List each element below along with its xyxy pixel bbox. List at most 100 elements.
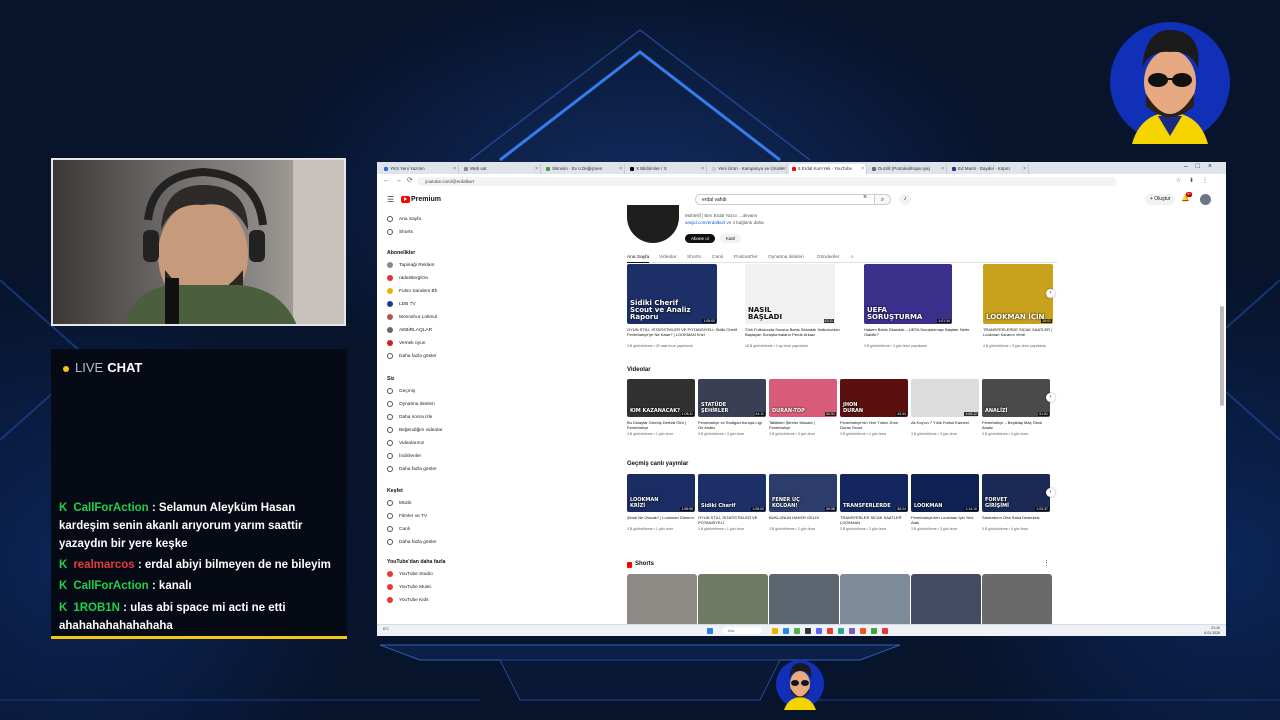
tab-close-icon[interactable]: ×	[701, 164, 704, 174]
tab-posts[interactable]: Gönderiler	[817, 253, 839, 262]
sidebar-item-music[interactable]: Müzik	[387, 499, 412, 508]
tab-close-icon[interactable]: ×	[535, 164, 538, 174]
channel-search-icon[interactable]: ⌕	[851, 253, 854, 262]
taskbar-clock[interactable]: 21:10 6.01.2026	[1204, 626, 1220, 635]
browser-tab-active[interactable]: 5 Erdal Kurt-Yeli · YouTube ×	[789, 164, 867, 174]
browser-tab[interactable]: YKS Yeni Yazılım ×	[381, 164, 459, 174]
video-title[interactable]: Bu Dolaylar Gümüş Derbisi Ölür | Fenerba…	[627, 420, 695, 430]
carousel-next-button[interactable]: ›	[1046, 488, 1055, 497]
app-icon[interactable]	[849, 628, 855, 634]
video-title[interactable]: TRANSFERLERDE SICAK SAATLER | Lookman Ka…	[983, 327, 1055, 337]
clear-icon[interactable]: ×	[863, 194, 867, 201]
you-title[interactable]: Siz	[387, 376, 395, 382]
video-thumbnail[interactable]: NASIL BAŞLADI 43:11	[745, 264, 835, 324]
sidebar-item-history[interactable]: Geçmiş	[387, 387, 415, 396]
app-icon[interactable]	[860, 628, 866, 634]
channel-links-more[interactable]: ve 4 bağlantı daha	[727, 220, 764, 225]
tab-live[interactable]: Canlı	[712, 253, 723, 262]
browser-tab[interactable]: Ed Manti · Daydel · Köprü ×	[949, 164, 1029, 174]
channel-avatar[interactable]	[627, 205, 679, 243]
sidebar-show-more[interactable]: Daha fazla göster	[387, 465, 437, 474]
tab-close-icon[interactable]: ×	[941, 164, 944, 174]
browser-tab[interactable]: Web sat ×	[461, 164, 541, 174]
past-live-section-title[interactable]: Geçmiş canlı yayınlar	[627, 461, 688, 467]
short-thumbnail[interactable]	[911, 574, 981, 626]
tab-shorts[interactable]: Shorts	[687, 253, 701, 262]
tab-home[interactable]: Ana Sayfa	[627, 253, 650, 263]
sidebar-item-your-videos[interactable]: Videolarınız	[387, 439, 424, 448]
sidebar-subscription[interactable]: Monoshur Lokmul	[387, 313, 437, 322]
video-title[interactable]: Fenerbahçe'den Lookman İçin Yeni Atak	[911, 515, 979, 525]
browser-tab[interactable]: Duzdil (Portokal/Kapıcıya) ×	[869, 164, 947, 174]
video-thumbnail[interactable]: DURAN-TOP 52:51	[769, 379, 837, 417]
carousel-next-button[interactable]: ›	[1046, 289, 1055, 298]
videos-section-title[interactable]: Videolar	[627, 367, 651, 373]
short-thumbnail[interactable]	[698, 574, 768, 626]
video-title[interactable]: Santraforın Orta Saha Desteksiz	[982, 515, 1050, 520]
video-title[interactable]: Fenerbahçe – Beşiktaş Maç Öncü Analiz	[982, 420, 1050, 430]
start-menu-icon[interactable]	[707, 628, 713, 634]
browser-tab[interactable]: Slimsim · Ev ü Değişmen ×	[543, 164, 625, 174]
video-title[interactable]: BUKLUNUN HAKER GELDİ	[769, 515, 837, 520]
short-thumbnail[interactable]	[840, 574, 910, 626]
subscriptions-title[interactable]: Abonelikler	[387, 250, 415, 256]
video-thumbnail[interactable]: Sidiki Cherif 1:08:00	[698, 474, 766, 512]
video-title[interactable]: Taktikleri Şifreler Musadı | Fenerbahçe	[769, 420, 837, 430]
sidebar-subscription[interactable]: AEBiRLAQLAR	[387, 326, 432, 335]
video-thumbnail[interactable]: ANALİZİ 51:51	[982, 379, 1050, 417]
tab-playlists[interactable]: Oynatma listeleri	[768, 253, 804, 262]
carousel-next-button[interactable]: ›	[1046, 393, 1055, 402]
browser-toolbar-icons[interactable]: ☆⬇⋮	[1176, 177, 1216, 184]
video-thumbnail[interactable]: JHON DURAN 43:44	[840, 379, 908, 417]
tab-close-icon[interactable]: ×	[781, 164, 784, 174]
address-bar[interactable]: youtube.com/@erdalkurt	[417, 177, 1117, 186]
video-thumbnail[interactable]: Sidiki Cherif Scout ve Analiz Raporu 1:08…	[627, 264, 717, 324]
scrollbar-thumb[interactable]	[1220, 306, 1224, 406]
sidebar-item-movies[interactable]: Filmler ve TV	[387, 512, 427, 521]
short-thumbnail[interactable]	[982, 574, 1052, 626]
tab-close-icon[interactable]: ×	[453, 164, 456, 174]
page-scrollbar[interactable]	[1220, 216, 1224, 416]
browser-tab[interactable]: Yeni Ürün · Kampanya ve Ürünler ×	[709, 164, 787, 174]
tab-podcasts[interactable]: Podcast'ler	[734, 253, 758, 262]
video-thumbnail[interactable]: FENER UÇ KOLDAN! 59:58	[769, 474, 837, 512]
sidebar-subscription[interactable]: Futso Sanders Bh	[387, 287, 437, 296]
menu-icon[interactable]: ☰	[387, 195, 394, 204]
taskbar-weather[interactable]: 6°C	[383, 627, 389, 631]
sidebar-show-more[interactable]: Daha fazla göster	[387, 352, 437, 361]
search-button[interactable]: ⌕	[875, 194, 891, 205]
nav-buttons[interactable]: ←→⟳	[383, 176, 418, 184]
video-thumbnail[interactable]: TRANSFERLERDE 58:24	[840, 474, 908, 512]
tab-close-icon[interactable]: ×	[861, 164, 864, 174]
join-button[interactable]: Katıl	[720, 234, 742, 243]
video-title[interactable]: Fenerbahçe'nin Yeni Yıldızı Jhon Duran S…	[840, 420, 908, 430]
video-title[interactable]: Ali Koç'un 7 Yıllık Futbol Karnesi	[911, 420, 979, 425]
tab-close-icon[interactable]: ×	[619, 164, 622, 174]
obs-icon[interactable]	[805, 628, 811, 634]
tab-close-icon[interactable]: ×	[1023, 164, 1026, 174]
sidebar-show-more[interactable]: Daha fazla göster	[387, 538, 437, 547]
notifications-button[interactable]: 🔔 9+	[1181, 192, 1192, 202]
short-thumbnail[interactable]	[769, 574, 839, 626]
file-explorer-icon[interactable]	[772, 628, 778, 634]
chrome-icon[interactable]	[794, 628, 800, 634]
video-title[interactable]: TRANSFERLER SICAK SAATLER LOOKMAN	[840, 515, 908, 525]
video-thumbnail[interactable]: LOOKMAN KRİZİ 1:08:55	[627, 474, 695, 512]
sidebar-subscription[interactable]: Vemek oyun	[387, 339, 425, 348]
video-title[interactable]: Fenerbahçe ve Stuttgart Avrupa Ligi Ön A…	[698, 420, 766, 430]
youtube-logo[interactable]: Premium	[401, 195, 441, 205]
sidebar-subscription[interactable]: LDB TV	[387, 300, 416, 309]
short-thumbnail[interactable]	[627, 574, 697, 626]
app-icon[interactable]	[871, 628, 877, 634]
video-thumbnail[interactable]: UEFA SORUŞTURMA 1:01:34	[864, 264, 952, 324]
video-thumbnail[interactable]: 1:09:12	[911, 379, 979, 417]
video-thumbnail[interactable]: LOOKMAN İÇİN 15:01	[983, 264, 1053, 324]
video-title[interactable]: Türk Futbolunda Sonsuz Bahis Skandalı Ha…	[745, 327, 857, 337]
sidebar-item-playlists[interactable]: Oynatma listeleri	[387, 400, 435, 409]
video-title[interactable]: OYUN STİLİ, İSTATİSTİKLER VE POTANSİYELİ…	[627, 327, 739, 337]
discord-icon[interactable]	[816, 628, 822, 634]
sidebar-item-live[interactable]: Canlı	[387, 525, 410, 534]
video-title[interactable]: OYUN STİLİ, İSTATİSTİKLER VE POTANSİYELİ	[698, 515, 766, 525]
video-title[interactable]: Şimdi Ne Olacak? | Lookman Dönemi	[627, 515, 695, 520]
channel-description[interactable]: Muhtelif | Ben Erdal Yazıcı ...devamı	[685, 212, 764, 219]
